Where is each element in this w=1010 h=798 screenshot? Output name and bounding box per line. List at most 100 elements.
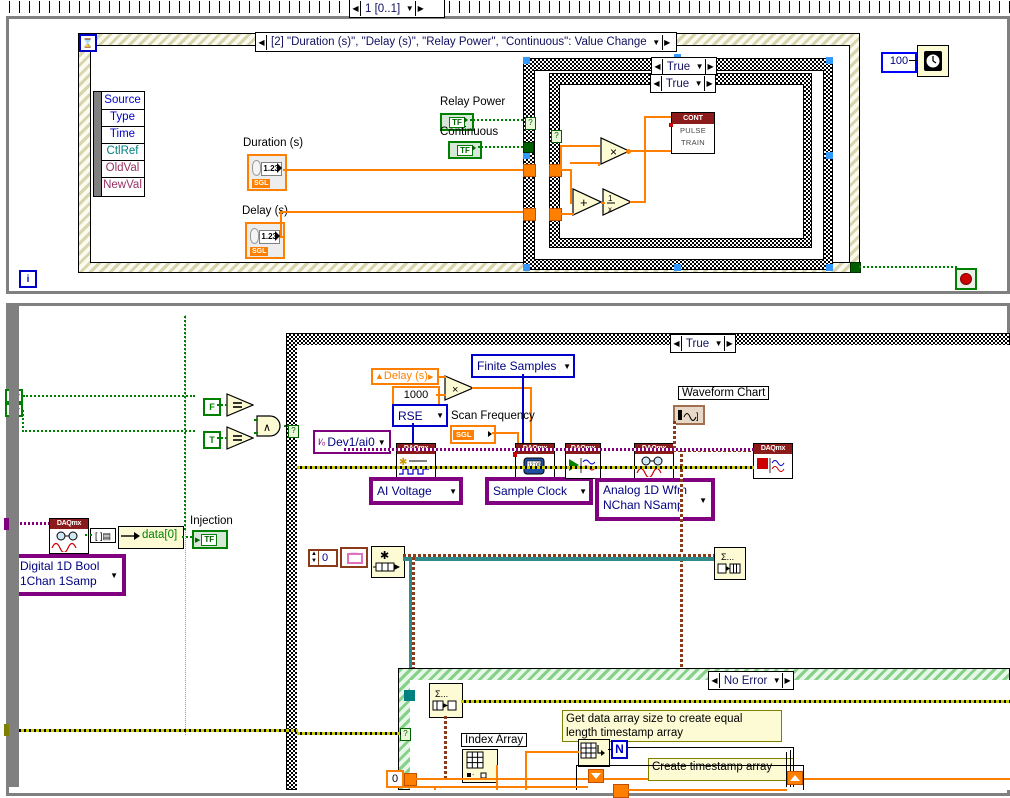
- data-element-node[interactable]: data[0]: [118, 526, 184, 549]
- chevron-down-icon[interactable]: ▼: [404, 4, 415, 13]
- scan-frequency-terminal[interactable]: SGL: [450, 425, 496, 444]
- continuous-terminal[interactable]: TF: [448, 141, 482, 159]
- delay-multiply-node[interactable]: ×: [444, 375, 474, 401]
- add-node[interactable]: +: [572, 188, 602, 216]
- sample-clock-ring[interactable]: Sample Clock ▼: [487, 479, 591, 503]
- selection-handle[interactable]: [826, 264, 833, 271]
- lower-case-chevron-down-icon[interactable]: ▼: [713, 339, 724, 348]
- no-error-case-selector[interactable]: ◀ No Error ▼ ▶: [708, 671, 794, 690]
- daqmx-digital-read-node[interactable]: DAQmx: [49, 518, 89, 554]
- injection-label: Injection: [190, 515, 233, 527]
- frame-prev-icon[interactable]: ◀: [351, 1, 361, 16]
- event-case-label: [2] "Duration (s)", "Delay (s)", "Relay …: [271, 36, 647, 48]
- physical-channel-value: Dev1/ai0: [327, 435, 375, 449]
- pulse-train-node[interactable]: CONT PULSE TRAIN: [671, 112, 715, 154]
- wire-inj-v: [184, 316, 188, 530]
- no-error-selector-terminal[interactable]: ?: [400, 728, 411, 741]
- array-size-node[interactable]: [578, 739, 610, 767]
- wire-error-to-case: [297, 732, 401, 735]
- selection-handle[interactable]: [674, 264, 681, 271]
- lower-case-next-icon[interactable]: ▶: [724, 336, 734, 351]
- inner-case-chevron-down-icon[interactable]: ▼: [693, 79, 704, 88]
- inner-case-prev-icon[interactable]: ◀: [652, 76, 662, 91]
- equal-node-1[interactable]: [226, 393, 254, 417]
- wire-delay-v: [280, 211, 282, 238]
- no-error-prev-icon[interactable]: ◀: [710, 673, 720, 688]
- outer-case-prev-icon[interactable]: ◀: [653, 59, 663, 74]
- selection-handle[interactable]: [523, 152, 530, 159]
- teal-tunnel[interactable]: [404, 690, 415, 701]
- inner-case-next-icon[interactable]: ▶: [704, 76, 714, 91]
- delay-tunnel-outer[interactable]: [523, 208, 536, 221]
- zero-constant-2[interactable]: 0: [386, 770, 404, 788]
- wire-rse: [412, 423, 414, 443]
- no-error-chevron-down-icon[interactable]: ▼: [771, 676, 782, 685]
- event-case-selector[interactable]: ◀ [2] "Duration (s)", "Delay (s)", "Rela…: [255, 32, 677, 52]
- numeric-stepper-icon[interactable]: ▲ ▼: [310, 551, 319, 565]
- inner-case-selector[interactable]: ◀ True ▼ ▶: [650, 74, 716, 93]
- no-error-case-label: No Error: [723, 674, 768, 687]
- display-format-node[interactable]: ☐: [340, 547, 368, 568]
- selection-handle[interactable]: [826, 57, 833, 64]
- continuous-tunnel[interactable]: [523, 142, 534, 153]
- and-node[interactable]: ∧: [256, 415, 284, 437]
- outer-case-next-icon[interactable]: ▶: [705, 59, 715, 74]
- waveform-chart-terminal[interactable]: ]: [673, 405, 705, 425]
- waveform-chart-label: Waveform Chart: [678, 386, 770, 400]
- wire-delay-in: [560, 213, 574, 215]
- frame-next-icon[interactable]: ▶: [415, 1, 426, 16]
- event-case-chevron-down-icon[interactable]: ▼: [651, 38, 662, 47]
- wire-scanfreq-h: [492, 432, 519, 434]
- inner-case-selector-terminal[interactable]: ?: [551, 130, 562, 143]
- stop-button-icon: [960, 273, 972, 285]
- reciprocal-node[interactable]: 1 x: [602, 188, 632, 216]
- delay-control-terminal[interactable]: 1.23 SGL: [245, 222, 285, 259]
- chevron-down-icon[interactable]: ▼: [446, 487, 457, 496]
- selection-handle[interactable]: [523, 264, 530, 271]
- delay-local-variable[interactable]: ▲Delay (s)▶: [371, 368, 439, 385]
- wire-write2-out: [461, 700, 1010, 703]
- wire-finite-samples: [522, 374, 524, 444]
- chevron-down-icon[interactable]: ▼: [375, 438, 386, 447]
- equal-node-2[interactable]: [226, 426, 254, 450]
- chevron-down-icon[interactable]: ▼: [696, 493, 707, 508]
- outer-case-selector-terminal[interactable]: ?: [525, 117, 536, 130]
- stop-button-terminal[interactable]: [955, 268, 977, 290]
- selection-handle[interactable]: [523, 57, 530, 64]
- event-timeout-terminal[interactable]: ⌛: [79, 34, 97, 52]
- daqmx-header: DAQmx: [50, 519, 88, 529]
- chevron-down-icon[interactable]: ▼: [107, 568, 118, 583]
- lower-case-selector-terminal[interactable]: ?: [288, 425, 299, 438]
- lower-case-prev-icon[interactable]: ◀: [672, 336, 682, 351]
- chevron-down-icon[interactable]: ▼: [560, 362, 571, 371]
- frame-selector[interactable]: ◀ 1 [0..1] ▼ ▶: [349, 0, 445, 18]
- daqmx-clear-task-node[interactable]: DAQmx: [753, 443, 793, 479]
- build-array-node[interactable]: ✱: [371, 546, 405, 578]
- duration-control-terminal[interactable]: 1.23 SGL: [247, 154, 287, 191]
- event-case-prev-icon[interactable]: ◀: [257, 34, 267, 50]
- duration-tunnel-outer[interactable]: [523, 164, 536, 177]
- loop-count-terminal[interactable]: N: [611, 740, 628, 759]
- chevron-down-icon[interactable]: ▼: [433, 411, 444, 420]
- write-measurement-node-2[interactable]: Σ...: [429, 683, 463, 718]
- continuous-output-arrow: [472, 145, 476, 151]
- digital-read-type-ring[interactable]: Digital 1D Bool 1Chan 1Samp ▼: [14, 556, 124, 594]
- terminal-config-ring[interactable]: RSE ▼: [392, 404, 448, 427]
- wire-and-out: [284, 425, 289, 429]
- no-error-next-icon[interactable]: ▶: [782, 673, 792, 688]
- write-measurement-node-1[interactable]: Σ...: [714, 547, 746, 580]
- lower-case-selector[interactable]: ◀ True ▼ ▶: [670, 334, 736, 353]
- event-case-next-icon[interactable]: ▶: [661, 34, 672, 50]
- chevron-down-icon[interactable]: ▼: [576, 487, 587, 496]
- ai-voltage-ring[interactable]: AI Voltage ▼: [371, 479, 461, 503]
- wire-dur-to-mult2: [570, 162, 600, 164]
- duration-datatype-tag: SGL: [252, 179, 271, 188]
- outer-case-chevron-down-icon[interactable]: ▼: [694, 62, 705, 71]
- wait-timer-node[interactable]: [917, 45, 949, 77]
- analog-read-type-ring[interactable]: Analog 1D Wfm NChan NSamp ▼: [597, 480, 713, 519]
- selection-handle[interactable]: [826, 152, 833, 159]
- wire-delay-stub: [280, 236, 284, 238]
- knob-glyph: [252, 160, 261, 176]
- wait-ms-constant[interactable]: 100: [881, 52, 917, 73]
- injection-indicator[interactable]: ▶ TF: [192, 530, 228, 549]
